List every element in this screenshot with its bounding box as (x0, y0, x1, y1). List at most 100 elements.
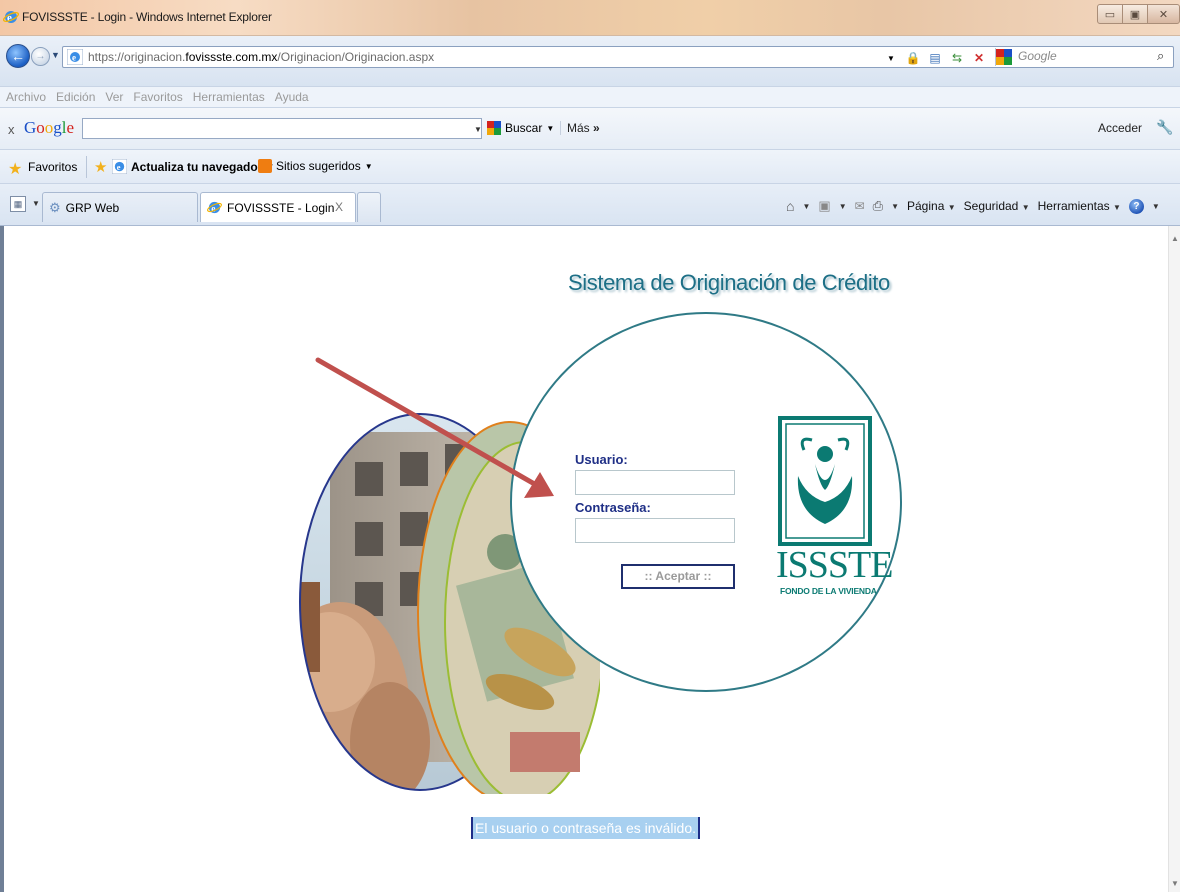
update-browser-label: Actualiza tu navegador (131, 159, 263, 174)
tab-grp-web[interactable]: ⚙ GRP Web (42, 192, 198, 222)
google-search-label: Buscar (505, 121, 543, 135)
menu-edicion[interactable]: Edición (56, 90, 95, 104)
navigation-bar: ← → ▼ e https://originacion.fovissste.co… (0, 36, 1180, 86)
vertical-scrollbar[interactable]: ▲ ▼ (1168, 226, 1180, 892)
error-message: El usuario o contraseña es inválido. (471, 817, 701, 839)
username-input[interactable] (575, 470, 735, 495)
logo-name: ISSSTE (776, 544, 893, 586)
favorites-button[interactable]: Favoritos (28, 160, 77, 174)
minimize-button[interactable]: ▭ (1097, 4, 1123, 24)
update-browser-link[interactable]: e Actualiza tu navegador ▼ (112, 159, 274, 174)
url-prefix: https://originacion. (88, 50, 186, 64)
maximize-button[interactable]: ▣ (1122, 4, 1148, 24)
password-input[interactable] (575, 518, 735, 543)
chevron-down-icon: ▼ (546, 123, 555, 133)
menu-ver[interactable]: Ver (105, 90, 123, 104)
suggested-sites-link[interactable]: Sitios sugeridos ▼ (258, 159, 373, 173)
tools-menu-label: Herramientas (1037, 199, 1110, 213)
scroll-down-icon[interactable]: ▼ (1171, 879, 1179, 888)
svg-text:e: e (117, 162, 121, 172)
command-bar: ⌂ ▼ ▣ ▼ ✉ ⎙ ▼ Página ▼ Seguridad ▼ Herra… (786, 198, 1160, 214)
stop-icon[interactable]: ✕ (971, 50, 987, 66)
window-title-bar: e FOVISSSTE - Login - Windows Internet E… (0, 0, 1180, 36)
back-button[interactable]: ← (6, 44, 30, 68)
svg-text:e: e (72, 53, 76, 63)
password-label: Contraseña: (575, 500, 651, 515)
security-menu[interactable]: Seguridad ▼ (964, 199, 1030, 213)
menu-herramientas[interactable]: Herramientas (193, 90, 265, 104)
url-host: fovissste.com.mx (185, 50, 278, 64)
menu-ayuda[interactable]: Ayuda (275, 90, 309, 104)
scroll-up-icon[interactable]: ▲ (1171, 234, 1179, 243)
google-more-label: Más (567, 121, 590, 135)
menu-archivo[interactable]: Archivo (6, 90, 46, 104)
address-url[interactable]: https://originacion.fovissste.com.mx/Ori… (88, 50, 434, 64)
add-favorite-icon[interactable]: ★ (94, 158, 107, 176)
tab-list-dropdown-icon[interactable]: ▼ (32, 199, 40, 208)
annotation-arrow (315, 357, 554, 498)
accept-button[interactable]: :: Aceptar :: (621, 564, 735, 589)
tools-menu[interactable]: Herramientas ▼ (1038, 199, 1121, 213)
tab-label: GRP Web (65, 200, 120, 215)
grp-web-favicon-icon: ⚙ (49, 199, 61, 215)
chevron-down-icon[interactable]: ▼ (839, 202, 847, 211)
google-logo: Google (24, 118, 75, 137)
google-colored-icon (487, 121, 501, 135)
google-signin-button[interactable]: Acceder (1098, 121, 1142, 135)
feeds-icon[interactable]: ▣ (818, 198, 830, 214)
mail-icon[interactable]: ✉ (855, 199, 865, 213)
suggested-sites-label: Sitios sugeridos (276, 159, 361, 173)
print-icon[interactable]: ⎙ (873, 198, 883, 214)
ie-favicon-icon: e (207, 201, 222, 214)
google-more-button[interactable]: Más » (560, 121, 600, 135)
security-menu-label: Seguridad (963, 199, 1019, 213)
divider (86, 156, 87, 178)
google-search-dropdown-icon[interactable]: ▼ (474, 125, 482, 134)
url-path: /Originacion/Originacion.aspx (277, 50, 435, 64)
double-chevron-icon: » (593, 121, 600, 135)
chevron-down-icon[interactable]: ▼ (1152, 202, 1160, 211)
window-title: FOVISSSTE - Login - Windows Internet Exp… (22, 10, 272, 24)
help-icon[interactable]: ? (1128, 198, 1144, 214)
google-toolbar: x Google ▼ Buscar ▼ Más » Acceder 🔧 (0, 108, 1180, 150)
home-icon[interactable]: ⌂ (786, 198, 794, 214)
logo-subtitle: FONDO DE LA VIVIENDA (780, 586, 877, 596)
google-search-button[interactable]: Buscar ▼ (487, 121, 554, 135)
internet-explorer-icon: e (3, 11, 19, 24)
quick-tabs-icon[interactable]: ▦ (10, 196, 26, 212)
refresh-icon[interactable]: ⇆ (949, 50, 965, 66)
tab-label: FOVISSSTE - Login (227, 200, 335, 215)
new-tab-button[interactable] (357, 192, 381, 222)
menu-bar: Archivo Edición Ver Favoritos Herramient… (0, 86, 1180, 108)
favorites-bar: ★ Favoritos ★ e Actualiza tu navegador ▼… (0, 150, 1180, 184)
search-placeholder: Google (1018, 49, 1057, 63)
history-dropdown-icon[interactable]: ▼ (51, 50, 60, 60)
close-tab-icon[interactable]: X (335, 200, 343, 214)
search-magnifier-icon[interactable]: ⌕ (1157, 48, 1164, 64)
suggested-sites-icon (258, 159, 272, 173)
close-toolbar-icon[interactable]: x (8, 122, 15, 137)
google-search-icon (996, 49, 1012, 65)
chevron-down-icon: ▼ (364, 161, 373, 171)
chevron-down-icon[interactable]: ▼ (802, 202, 810, 211)
ie-page-icon: e (112, 159, 127, 174)
tab-fovissste-login[interactable]: e FOVISSSTE - Login X (200, 192, 356, 222)
lock-icon[interactable]: 🔒 (905, 50, 921, 66)
favorites-star-icon[interactable]: ★ (8, 159, 22, 179)
google-search-input[interactable] (82, 118, 482, 139)
address-bar[interactable]: e https://originacion.fovissste.com.mx/O… (62, 46, 1174, 68)
close-window-button[interactable]: ✕ (1147, 4, 1180, 24)
chevron-down-icon[interactable]: ▼ (891, 202, 899, 211)
menu-favoritos[interactable]: Favoritos (133, 90, 182, 104)
page-menu[interactable]: Página ▼ (907, 199, 956, 213)
wrench-icon[interactable]: 🔧 (1156, 119, 1173, 136)
page-menu-label: Página (907, 199, 945, 213)
address-bar-tools: ▼ 🔒 ▤ ⇆ ✕ (883, 49, 987, 67)
chevron-down-icon: ▼ (1021, 203, 1030, 212)
page-ie-icon: e (67, 49, 83, 65)
forward-button[interactable]: → (31, 47, 50, 66)
address-dropdown-icon[interactable]: ▼ (883, 50, 899, 66)
search-box[interactable]: Google (995, 48, 1180, 66)
compatibility-view-icon[interactable]: ▤ (927, 50, 943, 66)
chevron-down-icon: ▼ (1113, 203, 1121, 212)
